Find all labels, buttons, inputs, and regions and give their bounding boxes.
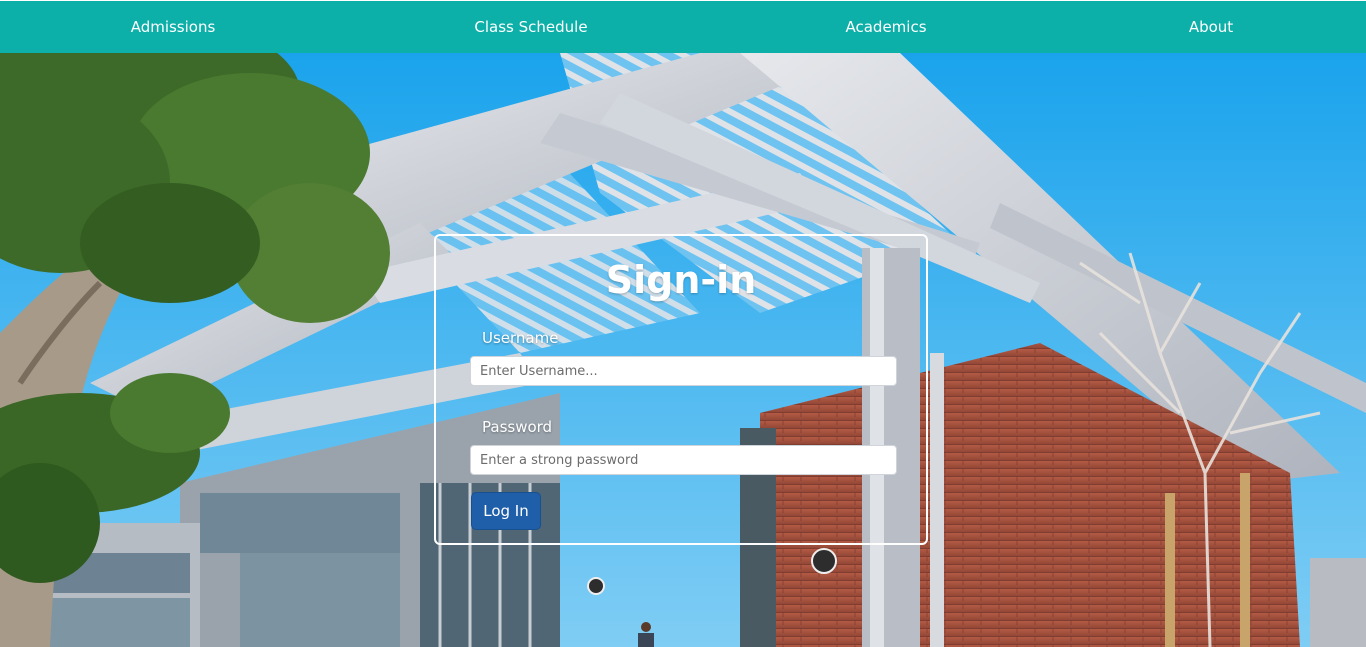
nav-link-admissions[interactable]: Admissions	[131, 1, 216, 53]
nav-link-class-schedule[interactable]: Class Schedule	[474, 1, 587, 53]
username-input[interactable]	[470, 356, 897, 386]
password-input[interactable]	[470, 445, 897, 475]
signin-panel: Sign-in Username Password Log In	[434, 234, 928, 545]
nav-link-academics[interactable]: Academics	[845, 1, 926, 53]
username-label: Username	[482, 329, 559, 347]
signin-title: Sign-in	[605, 258, 757, 302]
top-nav: Admissions Class Schedule Academics Abou…	[0, 1, 1366, 53]
password-label: Password	[482, 418, 553, 436]
page: Admissions Class Schedule Academics Abou…	[0, 0, 1366, 647]
login-button[interactable]: Log In	[471, 492, 541, 530]
nav-link-about[interactable]: About	[1189, 1, 1233, 53]
